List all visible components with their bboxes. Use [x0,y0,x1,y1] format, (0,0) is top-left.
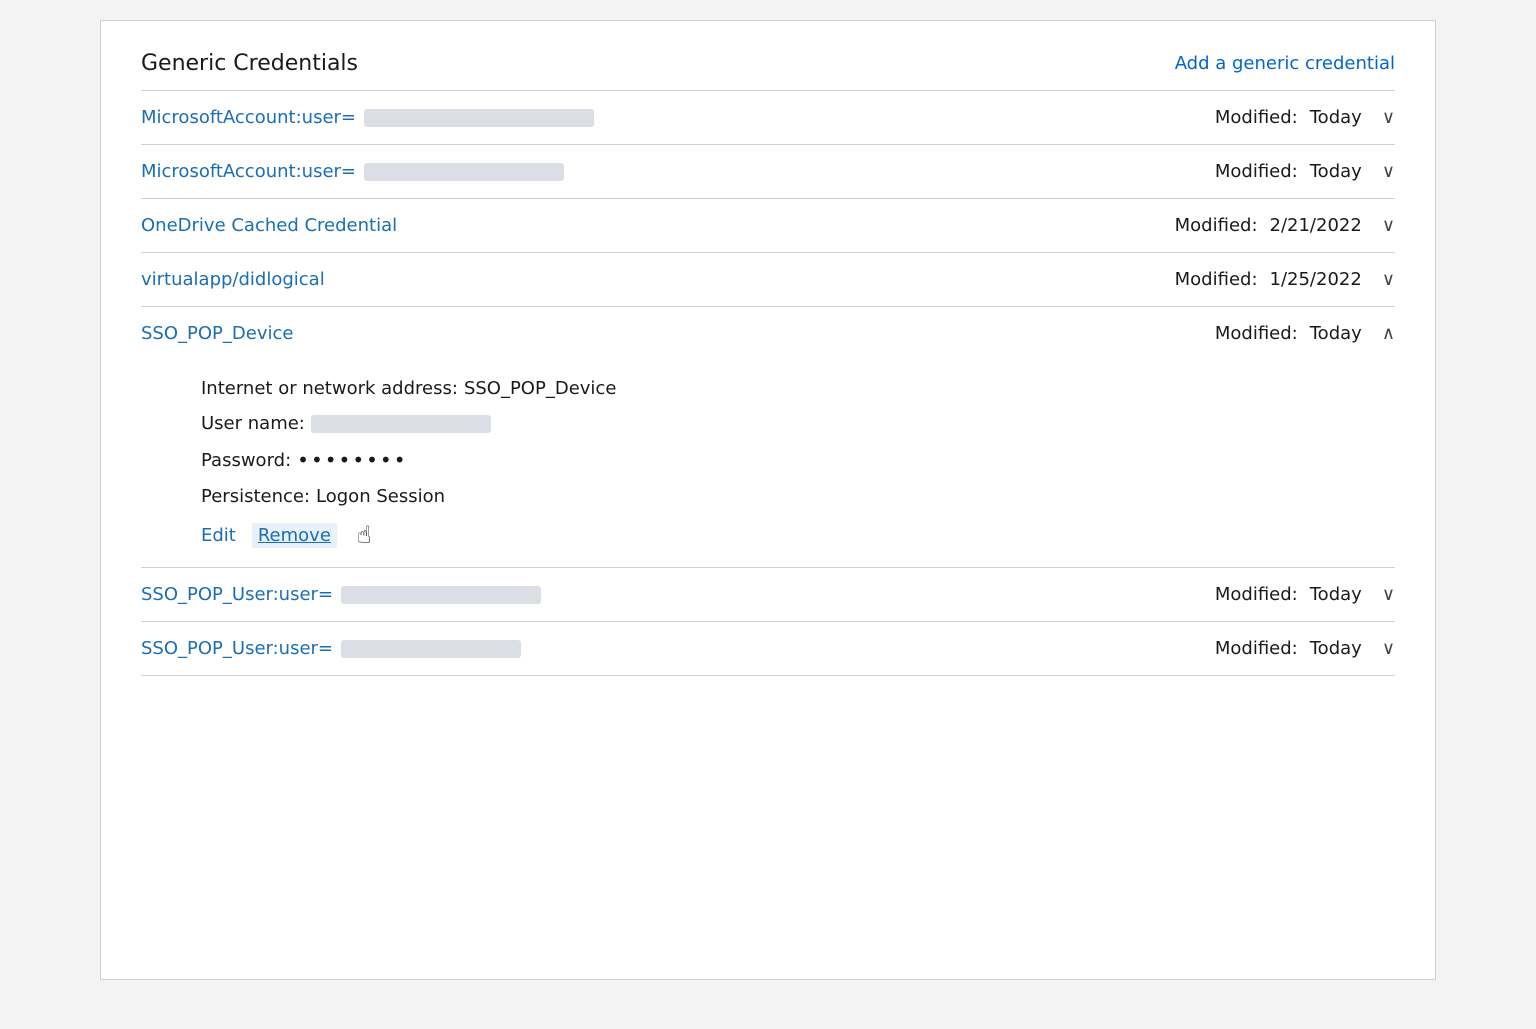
modified-label-4: Modified: [1175,269,1258,290]
modified-value-1: Today [1310,107,1362,128]
username-label: User name: [201,413,305,434]
credential-name-blurred-2 [364,163,564,181]
credential-row-6[interactable]: SSO_POP_User:user= Modified: Today ∨ [141,568,1395,622]
credential-name-text-2: MicrosoftAccount:user= [141,161,356,182]
modified-value-3: 2/21/2022 [1270,215,1362,236]
credential-row-3[interactable]: OneDrive Cached Credential Modified: 2/21/… [141,199,1395,253]
credential-meta-7: Modified: Today ∨ [1215,638,1395,659]
modified-value-2: Today [1310,161,1362,182]
credential-name-text-3: OneDrive Cached Credential [141,215,397,236]
credentials-list: MicrosoftAccount:user=Modified:Today∨Mic… [141,91,1395,676]
credential-row-1[interactable]: MicrosoftAccount:user= Modified: Today ∨ [141,91,1395,145]
credential-meta-6: Modified: Today ∨ [1215,584,1395,605]
modified-label-6: Modified: [1215,584,1298,605]
add-generic-credential-link[interactable]: Add a generic credential [1175,53,1395,74]
mouse-cursor: ☝ [357,521,372,549]
modified-label-1: Modified: [1215,107,1298,128]
credential-details-5: Internet or network address: SSO_POP_Dev… [141,360,1395,568]
credential-row-4[interactable]: virtualapp/didlogical Modified: 1/25/2022 ∨ [141,253,1395,307]
credential-name-text-4: virtualapp/didlogical [141,269,325,290]
password-label: Password: [201,450,291,471]
section-header: Generic Credentials Add a generic creden… [141,51,1395,91]
credential-name-5: SSO_POP_Device [141,323,293,344]
chevron-icon-3[interactable]: ∨ [1382,215,1395,236]
modified-value-7: Today [1310,638,1362,659]
credential-row-5[interactable]: SSO_POP_Device Modified: Today ∧ [141,307,1395,360]
credential-actions: Edit Remove ☝ [201,521,1395,549]
chevron-icon-4[interactable]: ∨ [1382,269,1395,290]
credential-name-blurred-7 [341,640,521,658]
credential-meta-5: Modified: Today ∧ [1215,323,1395,344]
section-title: Generic Credentials [141,51,358,76]
modified-label-5: Modified: [1215,323,1298,344]
persistence-label: Persistence: [201,486,310,507]
modified-value-6: Today [1310,584,1362,605]
detail-password-row: Password: •••••••• [201,448,1395,472]
credential-meta-4: Modified: 1/25/2022 ∨ [1175,269,1395,290]
credential-name-6: SSO_POP_User:user= [141,584,541,605]
chevron-icon-7[interactable]: ∨ [1382,638,1395,659]
credential-name-3: OneDrive Cached Credential [141,215,397,236]
internet-value: SSO_POP_Device [464,378,616,399]
password-value: •••••••• [297,448,407,472]
credential-meta-1: Modified: Today ∨ [1215,107,1395,128]
modified-label-3: Modified: [1175,215,1258,236]
edit-link[interactable]: Edit [201,525,236,546]
internet-label: Internet or network address: [201,378,458,399]
credential-name-1: MicrosoftAccount:user= [141,107,594,128]
credential-name-2: MicrosoftAccount:user= [141,161,564,182]
detail-username-row: User name: [201,413,1395,434]
username-value-blurred [311,415,491,433]
credential-name-7: SSO_POP_User:user= [141,638,521,659]
credential-row-7[interactable]: SSO_POP_User:user= Modified: Today ∨ [141,622,1395,676]
detail-internet-row: Internet or network address: SSO_POP_Dev… [201,378,1395,399]
credential-name-4: virtualapp/didlogical [141,269,325,290]
persistence-value: Logon Session [316,486,445,507]
credentials-panel: Generic Credentials Add a generic creden… [100,20,1436,980]
credential-row-2[interactable]: MicrosoftAccount:user= Modified: Today ∨ [141,145,1395,199]
credential-meta-3: Modified: 2/21/2022 ∨ [1175,215,1395,236]
modified-label-2: Modified: [1215,161,1298,182]
chevron-icon-1[interactable]: ∨ [1382,107,1395,128]
modified-value-5: Today [1310,323,1362,344]
chevron-icon-2[interactable]: ∨ [1382,161,1395,182]
modified-value-4: 1/25/2022 [1270,269,1362,290]
remove-link[interactable]: Remove [252,523,337,548]
credential-name-text-6: SSO_POP_User:user= [141,584,333,605]
chevron-icon-6[interactable]: ∨ [1382,584,1395,605]
credential-name-blurred-6 [341,586,541,604]
detail-persistence-row: Persistence: Logon Session [201,486,1395,507]
credential-name-text-1: MicrosoftAccount:user= [141,107,356,128]
credential-name-text-5: SSO_POP_Device [141,323,293,344]
credential-name-text-7: SSO_POP_User:user= [141,638,333,659]
chevron-icon-5[interactable]: ∧ [1382,323,1395,344]
modified-label-7: Modified: [1215,638,1298,659]
credential-meta-2: Modified: Today ∨ [1215,161,1395,182]
credential-name-blurred-1 [364,109,594,127]
